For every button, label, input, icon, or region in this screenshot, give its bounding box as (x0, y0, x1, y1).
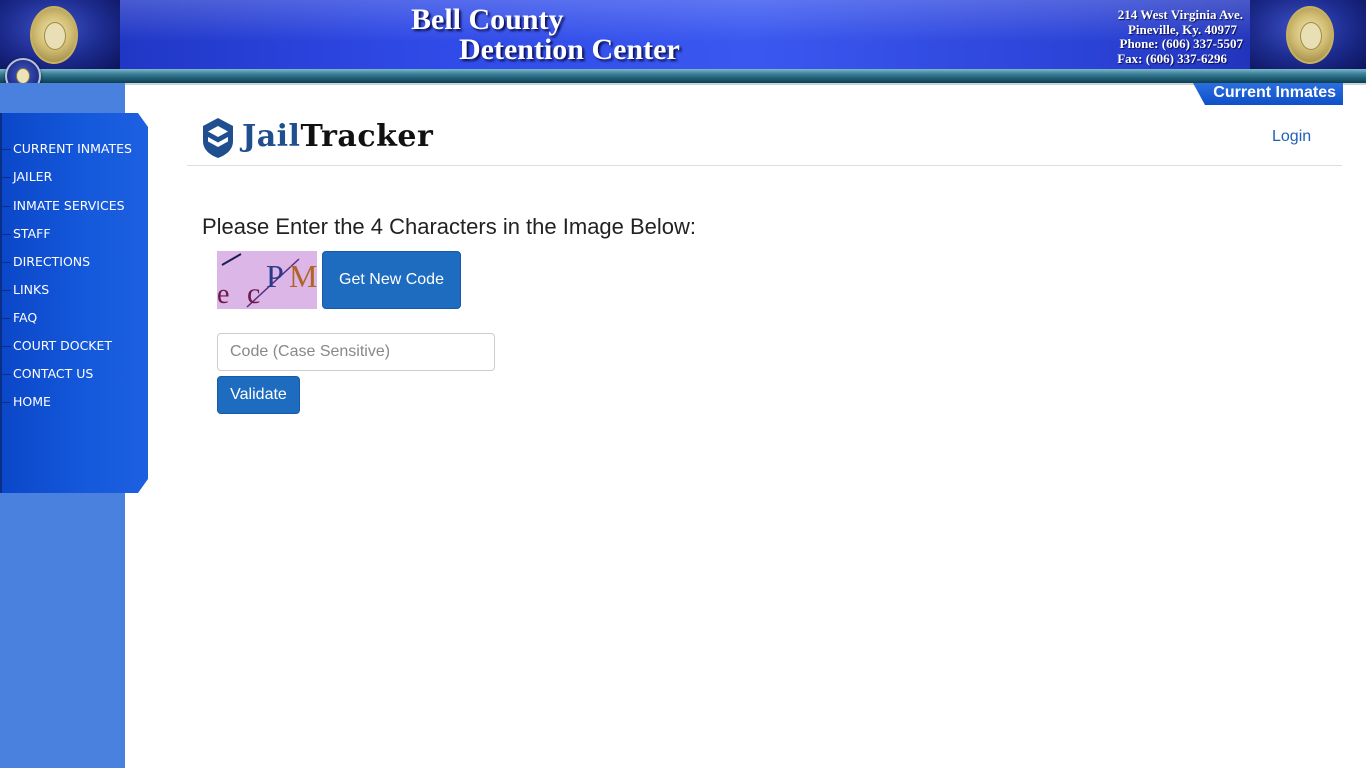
sidebar-item-court-docket[interactable]: COURT DOCKET (0, 337, 140, 355)
shield-logo-icon (203, 118, 233, 158)
kentucky-flag-right-image (1250, 0, 1366, 70)
address-fax: Fax: (606) 337-6296 (1117, 50, 1227, 66)
captcha-image: e c P M (217, 251, 317, 309)
site-banner: Bell County Detention Center 214 West Vi… (0, 0, 1366, 70)
validate-button[interactable]: Validate (217, 376, 300, 414)
stripe-shadow (125, 83, 1366, 85)
banner-divider-stripe (0, 69, 1366, 83)
current-inmates-tab-label: Current Inmates (1213, 84, 1336, 101)
sidebar-item-label: CONTACT US (13, 366, 94, 381)
captcha-char: P (266, 258, 284, 294)
captcha-char: c (247, 277, 260, 309)
sidebar-item-label: HOME (13, 394, 51, 409)
sidebar-item-label: FAQ (13, 310, 38, 325)
sidebar-item-current-inmates[interactable]: CURRENT INMATES (0, 140, 140, 158)
captcha-char: e (217, 279, 229, 309)
get-new-code-button[interactable]: Get New Code (322, 251, 461, 309)
facility-address: 214 West Virginia Ave. Pineville, Ky. 40… (1043, 7, 1244, 66)
captcha-char: M (289, 258, 317, 294)
site-title-line2: Detention Center (459, 33, 680, 66)
login-link[interactable]: Login (1272, 128, 1311, 146)
sidebar-item-home[interactable]: HOME (0, 393, 140, 411)
site-title-line1: Bell County (411, 3, 564, 36)
sidebar-item-inmate-services[interactable]: INMATE SERVICES (0, 197, 140, 215)
brand-part-jail: Jail (242, 119, 301, 154)
address-phone: Phone: (606) 337-5507 (1119, 36, 1244, 51)
sidebar-item-staff[interactable]: STAFF (0, 225, 140, 243)
sidebar-item-label: COURT DOCKET (13, 338, 113, 353)
captcha-prompt: Please Enter the 4 Characters in the Ima… (202, 214, 697, 239)
current-inmates-tab[interactable]: Current Inmates (1193, 83, 1343, 105)
jailtracker-wordmark: JailTracker (242, 117, 433, 157)
address-city: Pineville, Ky. 40977 (1127, 21, 1237, 37)
captcha-code-input[interactable] (217, 333, 495, 371)
sidebar-item-directions[interactable]: DIRECTIONS (0, 253, 140, 271)
sidebar-item-links[interactable]: LINKS (0, 281, 140, 299)
sidebar-item-jailer[interactable]: JAILER (0, 168, 140, 186)
kentucky-seal-icon (1286, 6, 1334, 64)
header-divider (187, 165, 1342, 166)
brand-part-tracker: Tracker (300, 119, 434, 154)
sidebar-item-contact-us[interactable]: CONTACT US (0, 365, 140, 383)
sidebar-item-faq[interactable]: FAQ (0, 309, 140, 327)
sidebar-item-label: CURRENT INMATES (13, 141, 132, 156)
sidebar-item-label: JAILER (13, 169, 53, 184)
sidebar-item-label: DIRECTIONS (13, 254, 91, 269)
sidebar-item-label: INMATE SERVICES (13, 198, 125, 213)
address-street: 214 West Virginia Ave. (1117, 7, 1243, 22)
kentucky-seal-icon (30, 6, 78, 64)
sidebar-item-label: STAFF (13, 226, 51, 241)
sidebar-item-label: LINKS (13, 282, 50, 297)
